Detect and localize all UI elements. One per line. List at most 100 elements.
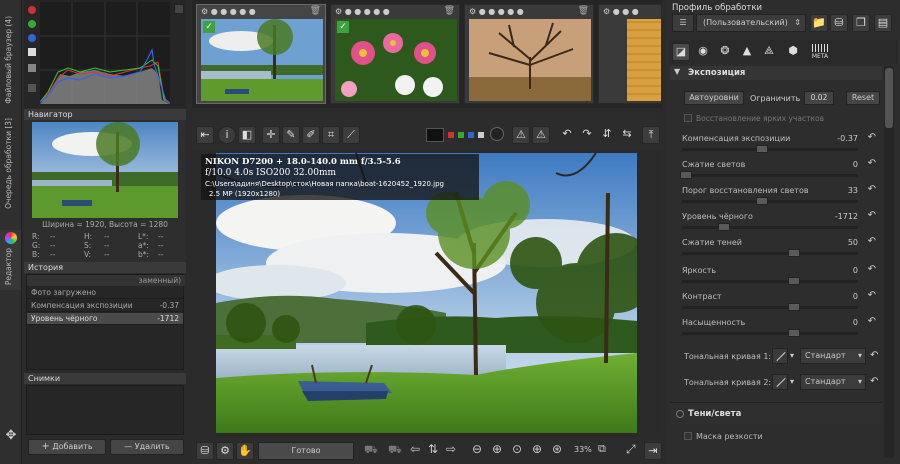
rotate-left-icon[interactable]: ↶ [558,126,576,144]
slider-track[interactable] [682,332,858,335]
sharpen-mask-checkbox[interactable] [684,432,692,440]
slider-value[interactable]: 33 [848,186,858,195]
slider-knob[interactable] [788,249,800,257]
clip-input[interactable]: 0.02 [804,91,834,105]
slider-track[interactable] [682,226,858,229]
thumb-trash-icon[interactable]: 🗑 [310,6,321,16]
slider-track[interactable] [682,200,858,203]
copy-profile-icon[interactable]: ❐ [852,14,870,32]
thumbnail-4[interactable]: ⚙ ● ● ● [598,4,662,104]
color-picker-icon[interactable]: ✐ [302,126,320,144]
shadow-clip-warning-icon[interactable]: ⚠ [512,126,530,144]
exposure-tab-icon[interactable]: ◪ [672,43,690,61]
slider-knob[interactable] [788,329,800,337]
reset-icon[interactable]: ↶ [868,264,876,275]
history-row[interactable]: Компенсация экспозиции -0.37 [27,300,183,312]
preview-background-icon[interactable] [426,128,444,142]
zoom-out-icon[interactable]: ⊖ [472,442,482,456]
slider-track[interactable] [682,306,858,309]
slider-track[interactable] [682,148,858,151]
power-toggle-icon[interactable] [676,410,684,418]
slider-row[interactable]: Сжатие светов 0 ↶ [678,158,880,184]
green-channel-icon[interactable] [28,20,36,28]
raw-channel-icon[interactable] [28,64,36,72]
next-image-icon[interactable]: ⇨ [446,442,456,456]
reset-icon[interactable]: ↶ [870,376,878,387]
luminance-channel-icon[interactable] [28,48,36,56]
save-profile-button-icon[interactable]: ⛁ [830,14,848,32]
chevron-down-icon[interactable]: ▾ [790,377,794,386]
move-icon[interactable]: ✥ [3,428,19,444]
zoom-fill-icon[interactable]: ⊛ [552,442,562,456]
color-tab-icon[interactable]: ❂ [716,43,734,61]
slider-value[interactable]: -0.37 [837,134,858,143]
history-row[interactable]: Фото загружено [27,287,183,299]
slider-track[interactable] [682,252,858,255]
info-icon[interactable]: i [218,126,236,144]
focus-mask-icon[interactable] [490,127,504,141]
slider-knob[interactable] [718,223,730,231]
reset-icon[interactable]: ↶ [868,158,876,169]
tone-curve-2-editor-icon[interactable] [772,374,788,390]
slider-knob[interactable] [788,303,800,311]
metadata-tab[interactable]: META [808,42,832,62]
fullscreen-icon[interactable]: ⤢ [626,442,636,457]
tab-file-browser[interactable]: Файловый браузер (4) [0,0,22,110]
new-window-icon[interactable]: ⧉ [598,442,606,456]
zoom-100-icon[interactable]: ⊕ [532,442,542,456]
history-row[interactable]: Уровень чёрного -1712 [27,313,183,325]
slider-row[interactable]: Сжатие теней 50 ↶ [678,236,880,262]
reset-icon[interactable]: ↶ [868,316,876,327]
save-profile-icon[interactable]: ⛁ [196,442,214,460]
slider-value[interactable]: 0 [853,318,858,327]
tone-curve-1-editor-icon[interactable] [772,348,788,364]
before-after-icon[interactable]: ◧ [238,126,256,144]
slider-row[interactable]: Порог восстановления светов 33 ↶ [678,184,880,210]
paste-profile-icon[interactable]: ▤ [874,14,892,32]
navigator-preview[interactable] [32,122,178,218]
flip-vertical-icon[interactable]: ⇵ [598,126,616,144]
slider-track[interactable] [682,280,858,283]
queue-options-icon[interactable]: ⛟ [388,443,402,458]
profile-list-icon[interactable]: ☰ [672,14,694,32]
raw-tab-icon[interactable]: ⬢ [784,43,802,61]
slider-knob[interactable] [788,277,800,285]
profile-select[interactable]: (Пользовательский) ⇕ [696,14,806,32]
slider-value[interactable]: 50 [848,238,858,247]
thumbnail-1[interactable]: ⚙ ● ● ● ● ● 🗑 ✓ [196,4,326,104]
tab-editor[interactable]: Редактор [0,230,22,290]
thumb-trash-icon[interactable]: 🗑 [578,6,589,16]
tab-queue[interactable]: Очередь обработки [3] [0,110,22,230]
blue-channel-icon[interactable] [28,34,36,42]
reset-icon[interactable]: ↶ [868,236,876,247]
slider-row[interactable]: Компенсация экспозиции -0.37 ↶ [678,132,880,158]
slider-row[interactable]: Уровень чёрного -1712 ↶ [678,210,880,236]
thumbnail-2[interactable]: ⚙ ● ● ● ● ● 🗑 ✓ [330,4,460,104]
preferences-icon[interactable]: ⚙ [216,442,234,460]
scrollbar-thumb[interactable] [885,68,893,128]
slider-value[interactable]: -1712 [835,212,858,221]
tone-curve-1-mode[interactable]: Стандарт ▾ [800,348,866,364]
shadows-highlights-header[interactable]: Тени/света [670,402,882,424]
green-preview-icon[interactable] [458,132,464,138]
straighten-icon[interactable]: ⟋ [342,126,360,144]
flip-horizontal-icon[interactable]: ⇆ [618,126,636,144]
reset-button[interactable]: Reset [846,91,880,105]
queue-add-icon[interactable]: ⛟ [364,443,378,458]
thumb-trash-icon[interactable]: 🗑 [444,6,455,16]
detail-tab-icon[interactable]: ◉ [694,43,712,61]
blue-preview-icon[interactable] [468,132,474,138]
collapse-top-icon[interactable]: ⤒ [642,126,660,144]
chevron-down-icon[interactable]: ▾ [790,351,794,360]
remove-snapshot-button[interactable]: — Удалить [110,439,184,455]
slider-row[interactable]: Насыщенность 0 ↶ [678,316,880,342]
zoom-in-icon[interactable]: ⊕ [492,442,502,456]
bar-toggle-icon[interactable] [28,84,36,92]
reset-icon[interactable]: ↶ [868,210,876,221]
white-balance-picker-icon[interactable]: ✎ [282,126,300,144]
zoom-fit-icon[interactable]: ⊙ [512,442,522,456]
slider-value[interactable]: 0 [853,266,858,275]
right-panel-scrollbar[interactable] [884,66,894,458]
wavelet-tab-icon[interactable]: ▲ [738,43,756,61]
slider-row[interactable]: Контраст 0 ↶ [678,290,880,316]
